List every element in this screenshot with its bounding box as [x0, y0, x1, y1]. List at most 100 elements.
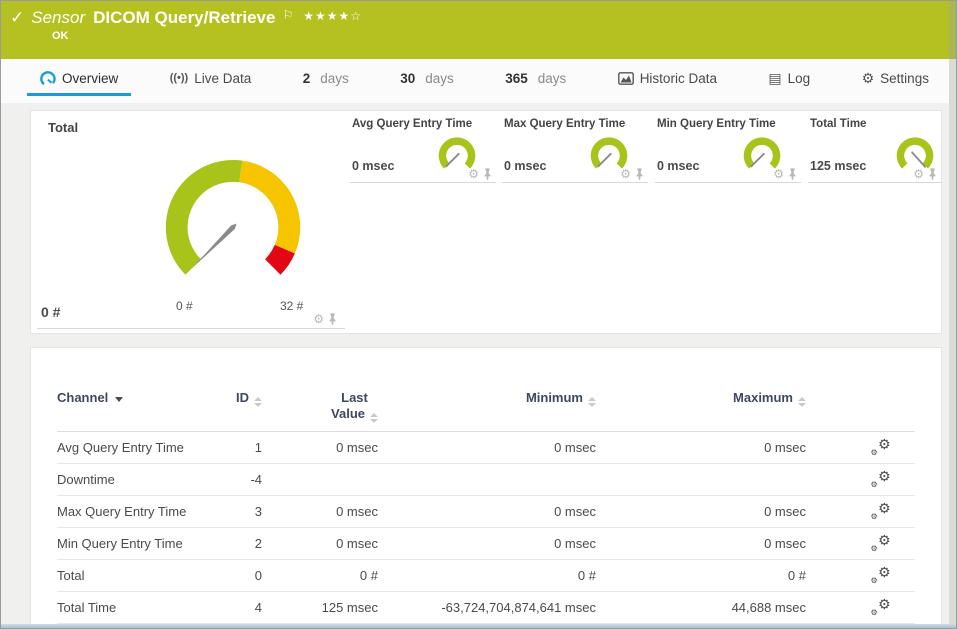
minimum-value: -63,724,704,874,641 msec [378, 600, 596, 615]
mini-gauges: Avg Query Entry Time 0 msec ⚙ [345, 111, 941, 183]
area-chart-icon [618, 72, 634, 85]
column-label: Last [331, 390, 378, 406]
sensor-title: DICOM Query/Retrieve [93, 8, 275, 28]
gauge-block-total-time: Total Time 125 msec ⚙ [808, 111, 941, 183]
gauge-icon [40, 71, 56, 86]
priority-stars[interactable]: ★★★★☆ [303, 9, 362, 23]
table-header: Channel ID Last Value Minimum Maximum [57, 348, 915, 432]
column-header-channel[interactable]: Channel [57, 390, 207, 405]
channel-name: Downtime [57, 472, 207, 487]
tab-label: Overview [62, 71, 118, 86]
channel-settings-gears-icon[interactable]: ⚙⚙ [871, 437, 891, 455]
sensor-header: ✓ Sensor DICOM Query/Retrieve ⚐ ★★★★☆ OK [1, 1, 956, 59]
table-row: Max Query Entry Time 3 0 msec 0 msec 0 m… [57, 496, 915, 528]
sort-icon [254, 397, 262, 407]
tab-bar: Overview ((•)) Live Data 2 days 30 days … [1, 59, 956, 103]
total-gauge [149, 139, 317, 307]
column-label: Minimum [526, 390, 583, 405]
pin-icon[interactable] [635, 168, 644, 180]
gauge-title: Total Time [810, 118, 866, 130]
gauge-needle [191, 224, 236, 269]
gear-icon[interactable]: ⚙ [620, 168, 631, 180]
tab-number: 2 [303, 71, 311, 86]
overview-content: Total 0 # 32 # 0 # ⚙ [1, 103, 956, 628]
channel-settings-gears-icon[interactable]: ⚙⚙ [871, 533, 891, 551]
channel-name: Min Query Entry Time [57, 536, 207, 551]
tab-settings[interactable]: ⚙ Settings [849, 63, 942, 96]
table-row: Downtime -4 ⚙⚙ [57, 464, 915, 496]
tab-30-days[interactable]: 30 days [387, 63, 467, 96]
minimum-value: 0 # [378, 568, 596, 583]
gauge-title: Total [48, 120, 78, 135]
maximum-value: 0 msec [596, 440, 806, 455]
gear-icon[interactable]: ⚙ [773, 168, 784, 180]
tab-number: 365 [505, 71, 528, 86]
status-badge: OK [52, 30, 69, 42]
gauge-block-total: Total 0 # 32 # 0 # ⚙ [37, 111, 345, 329]
channels-table: Channel ID Last Value Minimum Maximum [30, 347, 942, 628]
minimum-value: 0 msec [378, 504, 596, 519]
maximum-value: 0 # [596, 568, 806, 583]
sort-desc-icon [115, 397, 123, 402]
tab-label: Settings [880, 71, 929, 86]
channel-settings-gears-icon[interactable]: ⚙⚙ [871, 469, 891, 487]
last-value: 0 msec [262, 536, 378, 551]
channel-name: Avg Query Entry Time [57, 440, 207, 455]
table-row: Total 0 0 # 0 # 0 # ⚙⚙ [57, 560, 915, 592]
channel-id: -4 [207, 472, 262, 487]
tab-historic-data[interactable]: Historic Data [605, 63, 730, 96]
prtg-sensor-window: ✓ Sensor DICOM Query/Retrieve ⚐ ★★★★☆ OK… [0, 0, 957, 629]
column-header-maximum[interactable]: Maximum [596, 390, 806, 407]
sort-icon [370, 413, 378, 423]
column-label: Channel [57, 390, 108, 405]
gear-icon[interactable]: ⚙ [913, 168, 924, 180]
gauge-scale-max: 32 # [280, 299, 303, 313]
last-value: 0 msec [262, 504, 378, 519]
gauge-block-min-query-entry-time: Min Query Entry Time 0 msec ⚙ [655, 111, 801, 183]
tab-live-data[interactable]: ((•)) Live Data [157, 63, 265, 96]
last-value: 0 # [262, 568, 378, 583]
tab-unit: days [538, 71, 567, 86]
channel-name: Total Time [57, 600, 207, 615]
gauge-current-value: 0 msec [352, 159, 394, 173]
column-header-id[interactable]: ID [207, 390, 262, 407]
tab-log[interactable]: ▤ Log [755, 63, 823, 96]
table-row: Avg Query Entry Time 1 0 msec 0 msec 0 m… [57, 432, 915, 464]
gauge-block-avg-query-entry-time: Avg Query Entry Time 0 msec ⚙ [350, 111, 496, 183]
tab-overview[interactable]: Overview [27, 63, 131, 96]
gear-icon: ⚙ [862, 70, 875, 87]
gauges-panel: Total 0 # 32 # 0 # ⚙ [30, 110, 942, 334]
channel-id: 1 [207, 440, 262, 455]
tab-365-days[interactable]: 365 days [492, 63, 579, 96]
gauge-current-value: 0 msec [504, 159, 546, 173]
maximum-value: 0 msec [596, 504, 806, 519]
channel-name: Total [57, 568, 207, 583]
tab-unit: days [425, 71, 454, 86]
channel-settings-gears-icon[interactable]: ⚙⚙ [871, 565, 891, 583]
column-header-minimum[interactable]: Minimum [378, 390, 596, 407]
column-header-last-value[interactable]: Last Value [262, 390, 378, 423]
column-label: ID [236, 390, 249, 405]
sensor-type-label: Sensor [31, 8, 85, 28]
minimum-value: 0 msec [378, 536, 596, 551]
gear-icon[interactable]: ⚙ [313, 313, 324, 325]
column-label: Maximum [733, 390, 793, 405]
channel-id: 2 [207, 536, 262, 551]
maximum-value: 44,688 msec [596, 600, 806, 615]
tab-2-days[interactable]: 2 days [290, 63, 362, 96]
pin-icon[interactable] [483, 168, 492, 180]
maximum-value: 0 msec [596, 536, 806, 551]
tab-label: Log [788, 71, 811, 86]
pin-icon[interactable] [328, 313, 337, 325]
gear-icon[interactable]: ⚙ [468, 168, 479, 180]
gauge-block-max-query-entry-time: Max Query Entry Time 0 msec ⚙ [502, 111, 648, 183]
channel-settings-gears-icon[interactable]: ⚙⚙ [871, 501, 891, 519]
pin-icon[interactable] [788, 168, 797, 180]
channel-settings-gears-icon[interactable]: ⚙⚙ [871, 597, 891, 615]
log-list-icon: ▤ [768, 70, 781, 87]
last-value: 0 msec [262, 440, 378, 455]
gauge-current-value: 125 msec [810, 159, 866, 173]
pin-icon[interactable] [928, 168, 937, 180]
table-row: Total Time 4 125 msec -63,724,704,874,64… [57, 592, 915, 624]
priority-flag-icon[interactable]: ⚐ [282, 8, 293, 22]
